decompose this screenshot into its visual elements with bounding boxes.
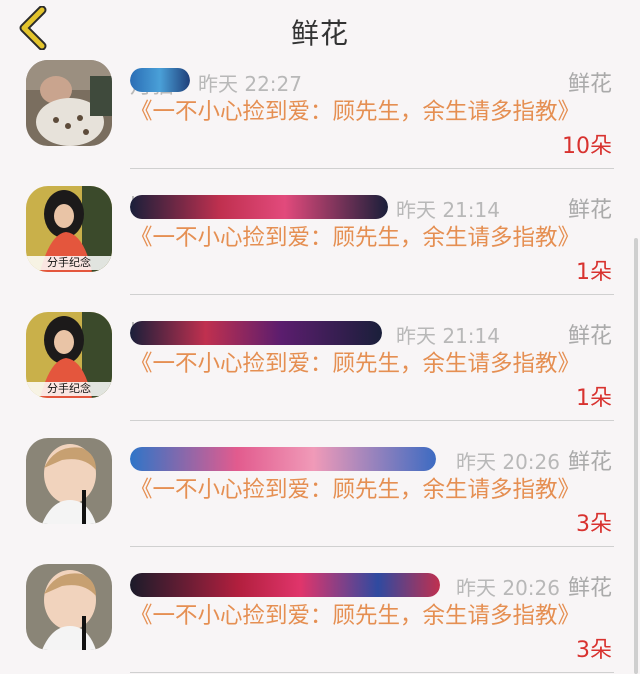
- list-item[interactable]: 分手纪念 hardjames 昨天 21:14 鲜花 《一不小心捡到爱：顾先生，…: [0, 310, 640, 436]
- avatar[interactable]: [26, 438, 112, 524]
- list-item[interactable]: a 昨天 20:26 鲜花 《一不小心捡到爱：顾先生，余生请多指教》 3朵: [0, 436, 640, 562]
- divider: [130, 294, 614, 295]
- gift-category: 鲜花: [567, 324, 612, 349]
- redaction-mark: [130, 447, 436, 471]
- page-title: 鲜花: [290, 17, 349, 50]
- redaction-mark: [130, 573, 440, 597]
- redaction-mark: [130, 68, 190, 92]
- username: hardjames: [130, 318, 382, 348]
- username: a: [130, 570, 440, 600]
- divider: [130, 168, 614, 169]
- scrollbar[interactable]: [634, 238, 638, 674]
- avatar[interactable]: [26, 60, 112, 146]
- gift-quantity: 1朵: [576, 386, 612, 411]
- gift-quantity: 3朵: [576, 512, 612, 537]
- list-item[interactable]: 分手纪念 hardjames 昨天 21:14 鲜花 《一不小心捡到爱：顾先生，…: [0, 184, 640, 310]
- list-item[interactable]: 月猫 昨天 22:27 鲜花 《一不小心捡到爱：顾先生，余生请多指教》 10朵: [0, 58, 640, 184]
- avatar-caption: 分手纪念: [26, 382, 112, 396]
- username: a: [130, 444, 436, 474]
- redaction-mark: [130, 321, 382, 345]
- gift-quantity: 10朵: [562, 134, 612, 159]
- divider: [130, 546, 614, 547]
- username: hardjames: [130, 192, 388, 222]
- timestamp: 昨天 21:14: [396, 324, 500, 348]
- gift-category: 鲜花: [567, 450, 612, 475]
- book-title-link[interactable]: 《一不小心捡到爱：顾先生，余生请多指教》: [130, 602, 580, 631]
- avatar-caption: 分手纪念: [26, 256, 112, 270]
- avatar[interactable]: 分手纪念: [26, 186, 112, 272]
- header-bar: 鲜花: [0, 0, 640, 58]
- gift-record-list: 月猫 昨天 22:27 鲜花 《一不小心捡到爱：顾先生，余生请多指教》 10朵 …: [0, 58, 640, 674]
- book-title-link[interactable]: 《一不小心捡到爱：顾先生，余生请多指教》: [130, 224, 580, 253]
- divider: [130, 672, 614, 673]
- timestamp: 昨天 20:26: [456, 576, 560, 600]
- gift-quantity: 1朵: [576, 260, 612, 285]
- gift-category: 鲜花: [567, 198, 612, 223]
- redaction-mark: [130, 195, 388, 219]
- avatar[interactable]: 分手纪念: [26, 312, 112, 398]
- timestamp: 昨天 20:26: [456, 450, 560, 474]
- timestamp: 昨天 22:27: [198, 72, 302, 96]
- avatar[interactable]: [26, 564, 112, 650]
- book-title-link[interactable]: 《一不小心捡到爱：顾先生，余生请多指教》: [130, 350, 580, 379]
- book-title-link[interactable]: 《一不小心捡到爱：顾先生，余生请多指教》: [130, 98, 580, 127]
- username: 月猫: [130, 66, 190, 99]
- list-item[interactable]: a 昨天 20:26 鲜花 《一不小心捡到爱：顾先生，余生请多指教》 3朵: [0, 562, 640, 674]
- divider: [130, 420, 614, 421]
- gift-category: 鲜花: [567, 576, 612, 601]
- gift-quantity: 3朵: [576, 638, 612, 663]
- book-title-link[interactable]: 《一不小心捡到爱：顾先生，余生请多指教》: [130, 476, 580, 505]
- gift-category: 鲜花: [567, 72, 612, 97]
- timestamp: 昨天 21:14: [396, 198, 500, 222]
